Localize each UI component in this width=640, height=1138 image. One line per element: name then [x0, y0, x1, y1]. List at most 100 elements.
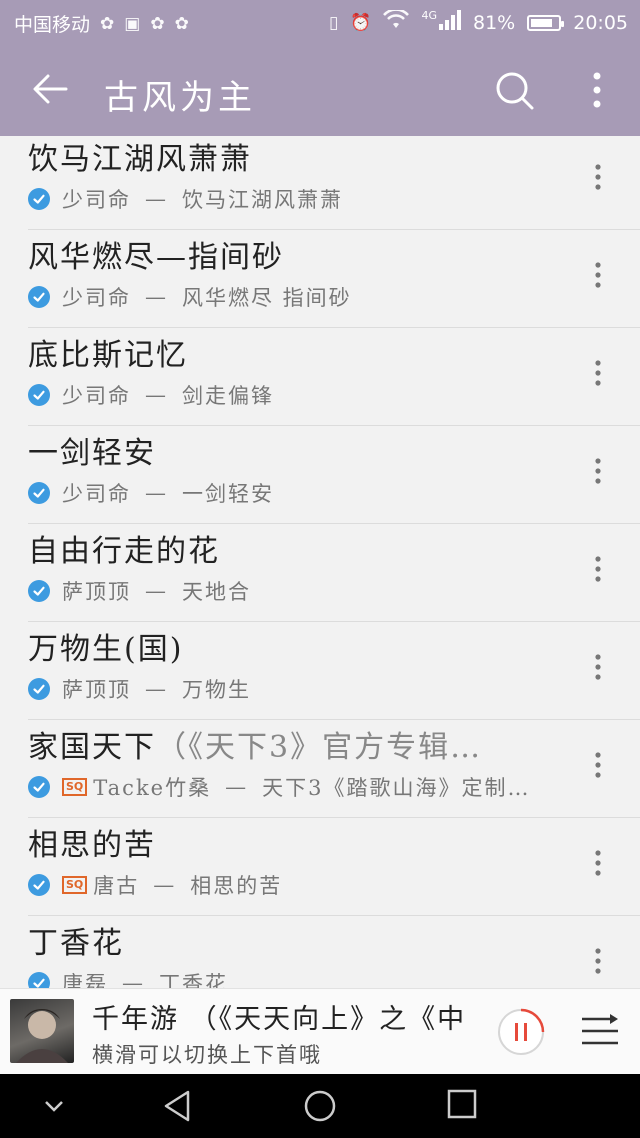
song-more-button[interactable]: [586, 358, 610, 388]
song-title: 风华燃尽—指间砂: [28, 232, 284, 276]
song-more-button[interactable]: [586, 848, 610, 878]
artist-album-separator: —: [145, 187, 168, 211]
more-vertical-icon: [595, 458, 601, 484]
song-title: 万物生(国): [28, 624, 183, 668]
song-row[interactable]: 饮马江湖风萧萧 少司命 — 饮马江湖风萧萧: [0, 136, 640, 230]
artist-album-separator: —: [122, 971, 145, 988]
playlist-icon: [582, 1014, 618, 1045]
nav-back-icon[interactable]: [160, 1088, 196, 1124]
song-row[interactable]: 一剑轻安 少司命 — 一剑轻安: [0, 426, 640, 524]
song-more-button[interactable]: [586, 456, 610, 486]
song-album: 万物生: [182, 678, 251, 702]
status-bar: 中国移动 ✿ ▣ ✿ ✿ ▯ ⏰ 4G 81% 20:05: [0, 0, 640, 44]
mini-player[interactable]: 千年游 （《天天向上》之《中 横滑可以切换上下首哦: [0, 988, 640, 1075]
song-title: 自由行走的花: [28, 526, 220, 570]
song-row[interactable]: 家国天下（《天下3》官方专辑… SQ Tacke竹桑 — 天下3《踏歌山海》定制…: [0, 720, 640, 818]
battery-percent-label: 81%: [473, 11, 516, 34]
battery-icon: [527, 14, 565, 31]
more-vertical-icon: [595, 360, 601, 386]
song-album: 一剑轻安: [182, 482, 274, 506]
song-row[interactable]: 自由行走的花萨顶顶 — 天地合: [0, 524, 640, 622]
song-artist: Tacke竹桑: [93, 776, 212, 800]
artist-album-separator: —: [145, 579, 168, 603]
song-album: 风华燃尽 指间砂: [182, 286, 352, 310]
song-more-button[interactable]: [586, 554, 610, 584]
song-more-button[interactable]: [586, 260, 610, 290]
more-vertical-icon: [593, 72, 601, 108]
song-more-button[interactable]: [586, 652, 610, 682]
song-artist: 唐古: [93, 874, 140, 898]
song-subtitle: 少司命 — 风华燃尽 指间砂: [28, 282, 352, 312]
song-title-text: 万物生(国): [28, 632, 184, 667]
carrier-label: 中国移动: [14, 14, 91, 36]
downloaded-check-icon: [28, 286, 50, 308]
song-subtitle: 少司命 — 饮马江湖风萧萧: [28, 184, 343, 214]
song-more-button[interactable]: [586, 750, 610, 780]
song-title-text: 家国天下: [28, 730, 156, 765]
more-vertical-icon: [595, 752, 601, 778]
song-title-text: 饮马江湖风萧萧: [28, 142, 252, 177]
song-artist: 少司命: [62, 188, 131, 212]
song-title-text: 自由行走的花: [28, 534, 220, 569]
song-title: 一剑轻安: [28, 428, 156, 472]
gallery-notification-icon: ▣: [124, 13, 141, 34]
song-title: 丁香花: [28, 918, 124, 962]
sq-quality-badge: SQ: [62, 778, 88, 796]
downloaded-check-icon: [28, 580, 50, 602]
downloaded-check-icon: [28, 678, 50, 700]
downloaded-check-icon: [28, 972, 50, 988]
downloaded-check-icon: [28, 776, 50, 798]
more-vertical-icon: [595, 948, 601, 974]
nav-home-icon[interactable]: [302, 1088, 338, 1124]
system-nav-bar: [0, 1074, 640, 1138]
network-type-label: 4G: [421, 9, 437, 22]
song-artist: 萨顶顶: [62, 580, 131, 604]
swipe-hint: 横滑可以切换上下首哦: [92, 1043, 322, 1067]
alarm-icon: ⏰: [350, 12, 372, 33]
back-button[interactable]: [30, 68, 72, 110]
song-subtitle: 少司命 — 剑走偏锋: [28, 380, 274, 410]
song-more-button[interactable]: [586, 162, 610, 192]
song-artist: 唐磊: [62, 972, 108, 988]
notification-icon: ✿: [100, 13, 115, 34]
song-row[interactable]: 风华燃尽—指间砂少司命 — 风华燃尽 指间砂: [0, 230, 640, 328]
song-subtitle: SQ 唐古 — 相思的苦: [28, 870, 282, 900]
song-artist: 萨顶顶: [62, 678, 131, 702]
song-title-text: 底比斯记忆: [28, 338, 188, 373]
song-more-button[interactable]: [586, 946, 610, 976]
song-title: 底比斯记忆: [28, 330, 188, 374]
song-row[interactable]: 相思的苦 SQ 唐古 — 相思的苦: [0, 818, 640, 916]
page-title: 古风为主: [104, 78, 256, 118]
more-vertical-icon: [595, 164, 601, 190]
more-vertical-icon: [595, 654, 601, 680]
song-title: 相思的苦: [28, 820, 156, 864]
more-vertical-icon: [595, 850, 601, 876]
song-artist: 少司命: [62, 482, 131, 506]
song-row[interactable]: 底比斯记忆少司命 — 剑走偏锋: [0, 328, 640, 426]
song-row[interactable]: 丁香花 唐磊 — 丁香花: [0, 916, 640, 988]
song-row[interactable]: 万物生(国) 萨顶顶 — 万物生: [0, 622, 640, 720]
song-artist: 少司命: [62, 384, 131, 408]
wifi-icon: [383, 8, 410, 35]
song-album: 天下3《踏歌山海》定制…: [262, 776, 531, 800]
battery-level-fill: [531, 18, 553, 27]
song-album: 天地合: [182, 580, 251, 604]
album-cover[interactable]: [10, 999, 74, 1063]
search-button[interactable]: [492, 68, 536, 112]
more-vertical-icon: [595, 556, 601, 582]
song-title-suffix: （《天下3》官方专辑…: [156, 730, 483, 765]
song-album: 相思的苦: [190, 874, 283, 898]
artist-album-separator: —: [145, 285, 168, 309]
song-artist: 少司命: [62, 286, 131, 310]
more-vertical-icon: [595, 262, 601, 288]
notification-icon: ✿: [174, 13, 189, 34]
playlist-button[interactable]: [580, 1013, 620, 1049]
sq-quality-badge: SQ: [62, 876, 88, 894]
nav-recents-icon[interactable]: [446, 1088, 478, 1120]
vibrate-icon: ▯: [328, 12, 339, 33]
song-subtitle: SQ Tacke竹桑 — 天下3《踏歌山海》定制…: [28, 772, 530, 802]
pause-button[interactable]: [496, 1007, 546, 1057]
chevron-down-icon[interactable]: [40, 1096, 68, 1116]
artist-album-separator: —: [225, 775, 249, 799]
more-options-button[interactable]: [580, 68, 614, 112]
